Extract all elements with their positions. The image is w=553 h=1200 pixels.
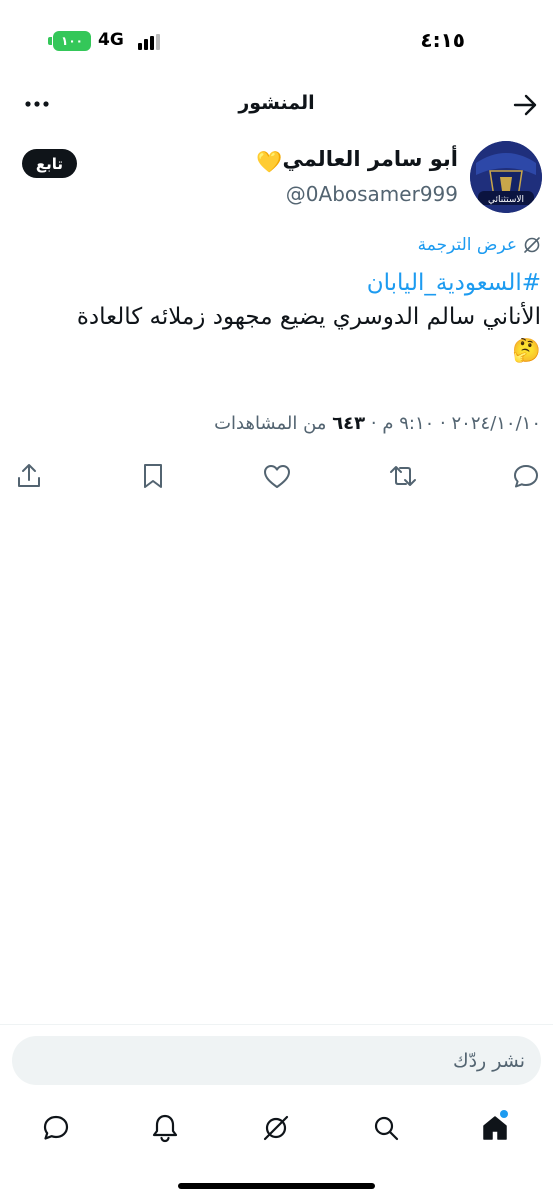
views-count[interactable]: ٦٤٣ bbox=[332, 413, 365, 434]
tab-home[interactable] bbox=[479, 1110, 511, 1144]
search-icon bbox=[374, 1116, 399, 1141]
network-type: 4G bbox=[98, 30, 124, 50]
tab-messages[interactable] bbox=[40, 1112, 72, 1144]
messages-icon bbox=[43, 1115, 69, 1140]
battery-indicator: ١٠٠ bbox=[53, 31, 91, 51]
tab-search[interactable] bbox=[370, 1112, 402, 1144]
repost-icon bbox=[390, 466, 416, 486]
home-indicator bbox=[178, 1183, 375, 1189]
notifications-icon bbox=[152, 1114, 178, 1143]
reply-button[interactable] bbox=[510, 460, 542, 492]
like-icon bbox=[264, 465, 290, 488]
post-actions bbox=[0, 460, 553, 494]
meta-separator: · bbox=[370, 413, 377, 434]
repost-button[interactable] bbox=[387, 460, 419, 492]
author-username[interactable]: @0Abosamer999 bbox=[286, 182, 458, 206]
compose-divider bbox=[0, 1024, 553, 1025]
translate-label: عرض الترجمة bbox=[417, 235, 517, 255]
post-time: ٩:١٠ م bbox=[382, 413, 435, 434]
tab-grok[interactable] bbox=[260, 1112, 292, 1144]
share-icon bbox=[18, 464, 40, 487]
thinking-face-emoji: 🤔 bbox=[512, 338, 541, 364]
like-button[interactable] bbox=[261, 460, 293, 492]
share-button[interactable] bbox=[13, 460, 45, 492]
post-meta: ٢٠٢٤/١٠/١٠ · ٩:١٠ م · ٦٤٣ من المشاهدات bbox=[214, 413, 541, 434]
post-date: ٢٠٢٤/١٠/١٠ bbox=[451, 413, 541, 434]
page-title: المنشور bbox=[238, 92, 315, 114]
signal-bars-icon bbox=[138, 34, 160, 50]
tab-notifications[interactable] bbox=[149, 1112, 181, 1144]
author-name-text: أبو سامر العالمي bbox=[282, 147, 458, 171]
bookmark-icon bbox=[144, 464, 162, 488]
post-body: #السعودية_اليابان الأناني سالم الدوسري ي… bbox=[14, 266, 541, 370]
views-label: من المشاهدات bbox=[214, 413, 327, 434]
author-avatar[interactable]: الاستثنائي bbox=[470, 141, 542, 213]
post-hashtag[interactable]: #السعودية_اليابان bbox=[14, 266, 541, 300]
show-translation-link[interactable]: عرض الترجمة bbox=[418, 235, 541, 255]
yellow-heart-emoji: 💛 bbox=[256, 150, 283, 174]
unread-dot bbox=[500, 1110, 508, 1118]
meta-separator: · bbox=[440, 413, 446, 434]
avatar-caption: الاستثنائي bbox=[488, 195, 524, 205]
bookmark-button[interactable] bbox=[137, 460, 169, 492]
post-text: الأناني سالم الدوسري يضيع مجهود زملائه ك… bbox=[76, 304, 541, 330]
back-arrow-icon[interactable] bbox=[511, 91, 539, 119]
battery-tip bbox=[48, 37, 52, 45]
reply-input[interactable]: نشر ردّك bbox=[12, 1036, 541, 1085]
translate-icon bbox=[524, 237, 540, 253]
top-header: المنشور bbox=[0, 82, 553, 128]
bottom-tab-bar bbox=[0, 1104, 553, 1152]
grok-icon bbox=[263, 1115, 289, 1141]
status-time: ٤:١٥ bbox=[420, 28, 465, 52]
reply-icon bbox=[514, 465, 538, 488]
follow-button[interactable]: تابع bbox=[22, 149, 77, 178]
author-display-name[interactable]: أبو سامر العالمي💛 bbox=[252, 147, 458, 175]
status-bar: ١٠٠ 4G ٤:١٥ bbox=[0, 0, 553, 80]
avatar-image: الاستثنائي bbox=[470, 141, 542, 213]
